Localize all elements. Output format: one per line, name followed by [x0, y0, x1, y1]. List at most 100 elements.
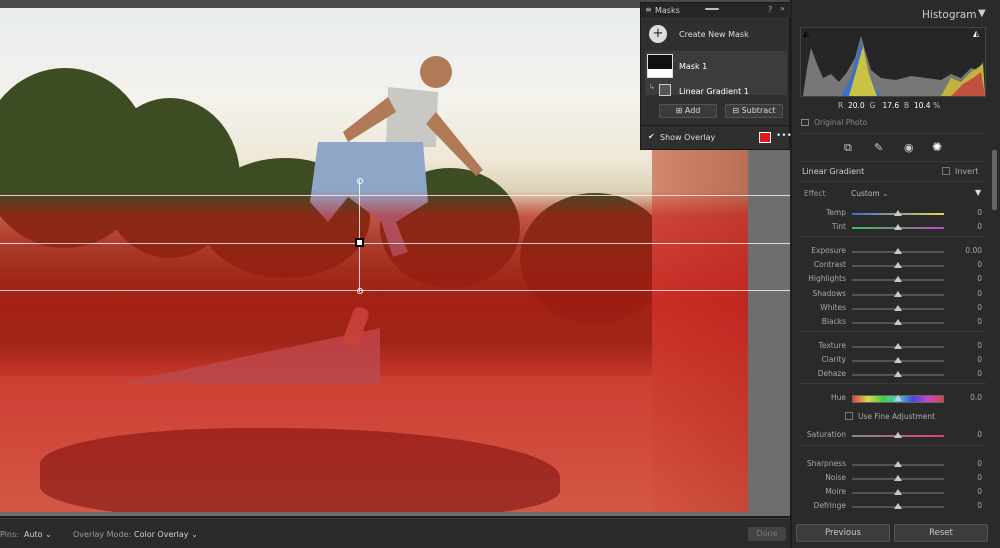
tint-value[interactable]: 0: [977, 222, 982, 231]
divider: [800, 133, 986, 134]
contrast-slider-row: Contrast 0: [802, 260, 982, 272]
texture-value[interactable]: 0: [977, 341, 982, 350]
highlights-label: Highlights: [808, 274, 846, 283]
previous-button[interactable]: Previous: [796, 524, 890, 542]
contrast-slider-thumb[interactable]: [894, 262, 902, 268]
crop-icon[interactable]: ⧉: [844, 141, 852, 155]
histogram-collapse-icon[interactable]: ▼: [978, 8, 986, 19]
fine-adjustment-checkbox[interactable]: [845, 412, 853, 420]
whites-value[interactable]: 0: [977, 303, 982, 312]
linear-gradient-icon: [659, 84, 671, 96]
clarity-value[interactable]: 0: [977, 355, 982, 364]
histogram-readout: R 20.0 G 17.6 B 10.4 %: [838, 101, 940, 110]
more-icon[interactable]: •••: [776, 131, 792, 141]
gradient-pin[interactable]: [355, 238, 364, 247]
reset-button[interactable]: Reset: [894, 524, 988, 542]
shadows-slider-thumb[interactable]: [894, 291, 902, 297]
gradient-line-top[interactable]: [0, 195, 790, 196]
defringe-value[interactable]: 0: [977, 501, 982, 510]
overlay-mode-label: Overlay Mode:: [73, 530, 132, 539]
divider: [800, 236, 986, 237]
subtract-button[interactable]: ⊟ Subtract: [725, 104, 783, 118]
divider: [800, 445, 986, 446]
gradient-rotation-axis: [359, 180, 360, 292]
blacks-slider-thumb[interactable]: [894, 319, 902, 325]
show-overlay-checkbox[interactable]: ✔: [648, 132, 655, 141]
r-value: 20.0: [848, 101, 865, 110]
temp-value[interactable]: 0: [977, 208, 982, 217]
help-icon[interactable]: ?: [768, 5, 772, 14]
hue-slider-thumb[interactable]: [894, 395, 902, 401]
blacks-value[interactable]: 0: [977, 317, 982, 326]
linear-gradient-title: Linear Gradient: [802, 167, 865, 176]
gradient-line-bottom[interactable]: [0, 290, 790, 291]
gradient-line-center[interactable]: [0, 243, 790, 244]
plus-icon[interactable]: +: [649, 25, 667, 43]
effect-select[interactable]: Custom ⌄: [851, 189, 888, 198]
mask-name: Mask 1: [679, 62, 708, 71]
exposure-slider-thumb[interactable]: [894, 248, 902, 254]
dehaze-label: Dehaze: [817, 369, 846, 378]
highlight-clipping-icon[interactable]: ◭: [973, 29, 979, 38]
add-label: Add: [684, 106, 701, 115]
temp-slider-thumb[interactable]: [894, 210, 902, 216]
highlights-value[interactable]: 0: [977, 274, 982, 283]
exposure-slider-row: Exposure 0.00: [802, 246, 982, 258]
hue-value[interactable]: 0.0: [970, 393, 982, 402]
mask-icon[interactable]: ✺: [932, 140, 942, 154]
saturation-value[interactable]: 0: [977, 430, 982, 439]
shadow-clipping-icon[interactable]: ◭: [803, 29, 809, 38]
panel-scrollbar[interactable]: [992, 150, 997, 210]
highlights-slider-row: Highlights 0: [802, 274, 982, 286]
add-button[interactable]: ⊞ Add: [659, 104, 717, 118]
divider: [800, 383, 986, 384]
effect-collapse-icon[interactable]: ▼: [975, 188, 981, 197]
sharpness-label: Sharpness: [806, 459, 846, 468]
masks-panel: ≡ Masks ? » + Create New Mask Mask 1 ↳ L…: [640, 2, 792, 150]
done-button[interactable]: Done: [748, 527, 786, 541]
whites-slider-thumb[interactable]: [894, 305, 902, 311]
collapse-icon[interactable]: »: [780, 4, 785, 13]
drag-handle-icon[interactable]: [705, 8, 719, 10]
noise-value[interactable]: 0: [977, 473, 982, 482]
sharpness-slider-thumb[interactable]: [894, 461, 902, 467]
g-value: 17.6: [882, 101, 900, 110]
whites-slider-row: Whites 0: [802, 303, 982, 315]
heal-icon[interactable]: ✎: [874, 141, 883, 154]
shadows-value[interactable]: 0: [977, 289, 982, 298]
contrast-value[interactable]: 0: [977, 260, 982, 269]
highlights-slider-thumb[interactable]: [894, 276, 902, 282]
texture-slider-thumb[interactable]: [894, 343, 902, 349]
texture-slider-row: Texture 0: [802, 341, 982, 353]
dehaze-value[interactable]: 0: [977, 369, 982, 378]
blacks-label: Blacks: [821, 317, 846, 326]
subitem-arrow-icon: ↳: [649, 83, 655, 91]
fine-adjustment-label: Use Fine Adjustment: [858, 412, 936, 421]
dehaze-slider-thumb[interactable]: [894, 371, 902, 377]
pins-label: Pins:: [0, 530, 19, 539]
original-photo-checkbox[interactable]: [801, 119, 809, 126]
panel-menu-icon[interactable]: ≡: [645, 5, 652, 14]
exposure-value[interactable]: 0.00: [965, 246, 982, 255]
component-name[interactable]: Linear Gradient 1: [679, 87, 749, 96]
gradient-top-handle[interactable]: [357, 178, 363, 184]
shadows-slider-row: Shadows 0: [802, 289, 982, 301]
overlay-color-swatch[interactable]: [759, 132, 771, 143]
defringe-slider-thumb[interactable]: [894, 503, 902, 509]
noise-slider-thumb[interactable]: [894, 475, 902, 481]
pins-select[interactable]: Auto ⌄: [24, 530, 52, 539]
saturation-slider-thumb[interactable]: [894, 432, 902, 438]
invert-label: Invert: [955, 167, 979, 176]
tint-slider-thumb[interactable]: [894, 224, 902, 230]
clarity-slider-thumb[interactable]: [894, 357, 902, 363]
sharpness-value[interactable]: 0: [977, 459, 982, 468]
moire-value[interactable]: 0: [977, 487, 982, 496]
invert-checkbox[interactable]: [942, 167, 950, 175]
mask-overlay: [0, 190, 748, 512]
overlay-mode-select[interactable]: Color Overlay ⌄: [134, 530, 198, 539]
gradient-bottom-handle[interactable]: [357, 288, 363, 294]
masks-header[interactable]: ≡ Masks ? »: [641, 3, 791, 17]
create-new-mask-button[interactable]: Create New Mask: [679, 30, 749, 39]
redeye-icon[interactable]: ◉: [904, 141, 914, 154]
moire-slider-thumb[interactable]: [894, 489, 902, 495]
